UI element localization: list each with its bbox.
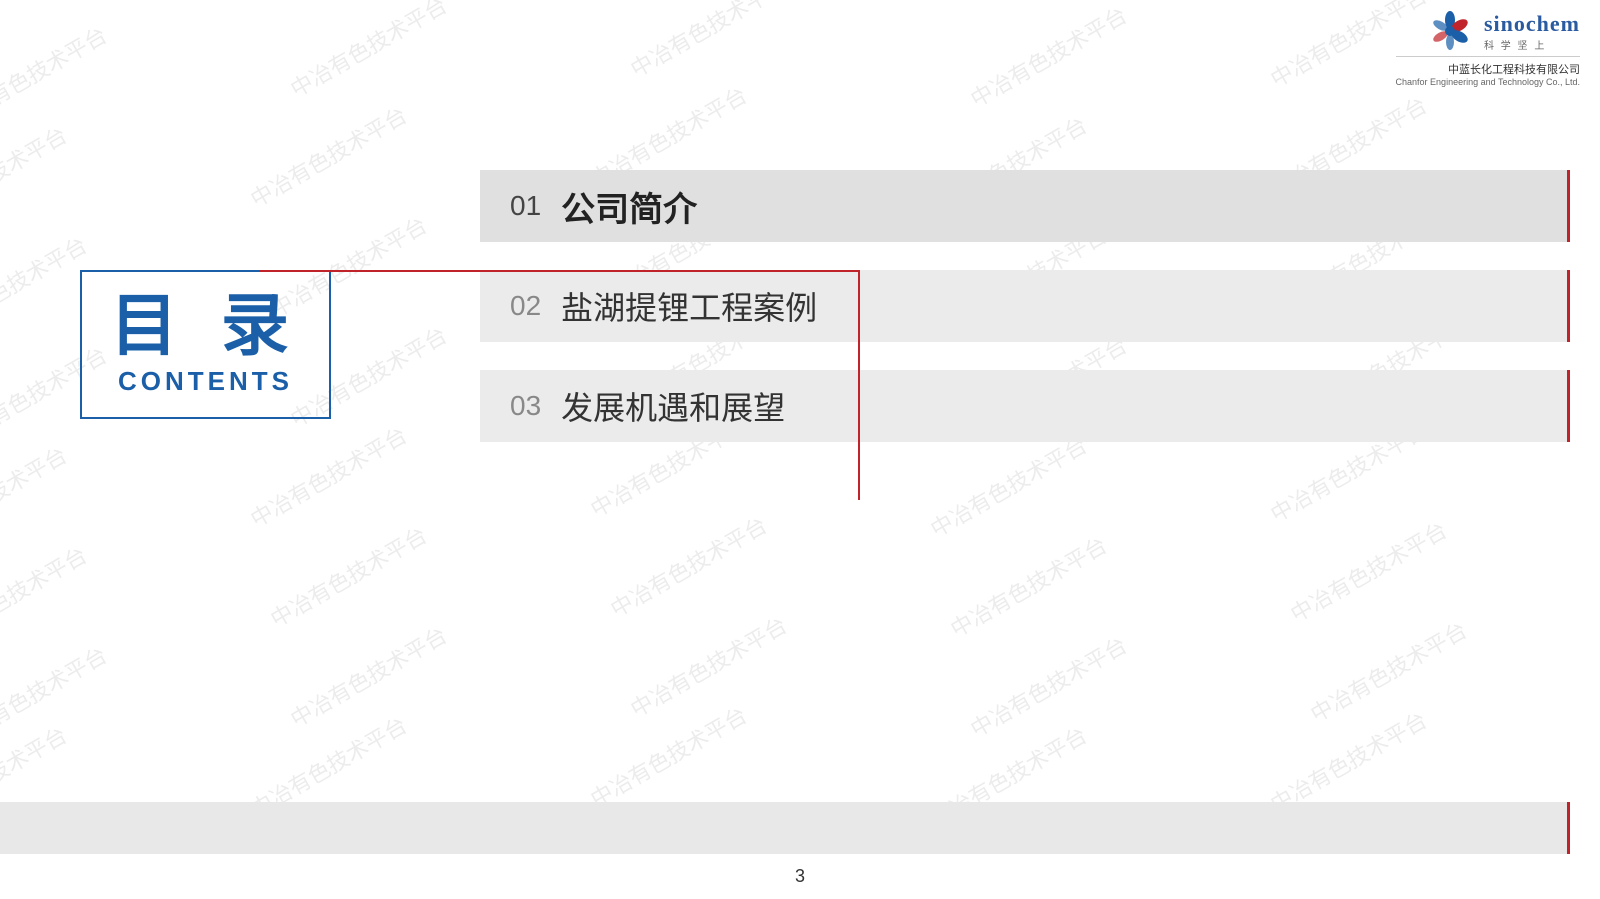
content-item-bar-2: 02 盐湖提锂工程案例 bbox=[480, 270, 1570, 342]
content-item-3: 03 发展机遇和展望 bbox=[480, 370, 1570, 442]
logo-company-cn: 中蓝长化工程科技有限公司 bbox=[1448, 61, 1580, 77]
sinochem-logo-icon bbox=[1424, 10, 1476, 52]
item-2-text: 盐湖提锂工程案例 bbox=[561, 283, 817, 329]
logo-text-block: sinochem 科 学 坚 上 bbox=[1484, 11, 1580, 52]
page-number: 3 bbox=[795, 866, 805, 887]
item-2-right-border bbox=[1567, 270, 1570, 342]
title-block: 目 录 CONTENTS bbox=[80, 270, 440, 470]
red-right-vertical-line bbox=[858, 270, 860, 500]
item-2-number: 02 bbox=[510, 290, 541, 322]
item-3-text: 发展机遇和展望 bbox=[561, 383, 785, 429]
title-chinese: 目 录 bbox=[110, 292, 301, 360]
bottom-bar bbox=[0, 802, 1570, 854]
content-items: 01 公司简介 02 盐湖提锂工程案例 03 发展机遇和展望 bbox=[480, 170, 1570, 470]
main-content: 目 录 CONTENTS 01 公司简介 02 盐湖提锂工程案例 0 bbox=[0, 0, 1600, 899]
item-3-number: 03 bbox=[510, 390, 541, 422]
content-item-1: 01 公司简介 bbox=[480, 170, 1570, 242]
logo-divider bbox=[1396, 56, 1580, 57]
logo-area: sinochem 科 学 坚 上 中蓝长化工程科技有限公司 Chanfor En… bbox=[1396, 10, 1580, 87]
title-box: 目 录 CONTENTS bbox=[80, 270, 331, 419]
bottom-bar-right-border bbox=[1567, 802, 1570, 854]
item-1-number: 01 bbox=[510, 190, 541, 222]
logo-brand-text: sinochem bbox=[1484, 11, 1580, 37]
content-item-bar-1: 01 公司简介 bbox=[480, 170, 1570, 242]
content-item-2: 02 盐湖提锂工程案例 bbox=[480, 270, 1570, 342]
content-item-bar-3: 03 发展机遇和展望 bbox=[480, 370, 1570, 442]
red-top-horizontal-line bbox=[260, 270, 860, 272]
logo-top: sinochem 科 学 坚 上 bbox=[1424, 10, 1580, 52]
title-english: CONTENTS bbox=[110, 366, 301, 397]
item-3-right-border bbox=[1567, 370, 1570, 442]
logo-tagline-text: 科 学 坚 上 bbox=[1484, 37, 1546, 52]
item-1-text: 公司简介 bbox=[561, 182, 697, 231]
item-1-right-border bbox=[1567, 170, 1570, 242]
logo-company-en: Chanfor Engineering and Technology Co., … bbox=[1396, 77, 1580, 87]
